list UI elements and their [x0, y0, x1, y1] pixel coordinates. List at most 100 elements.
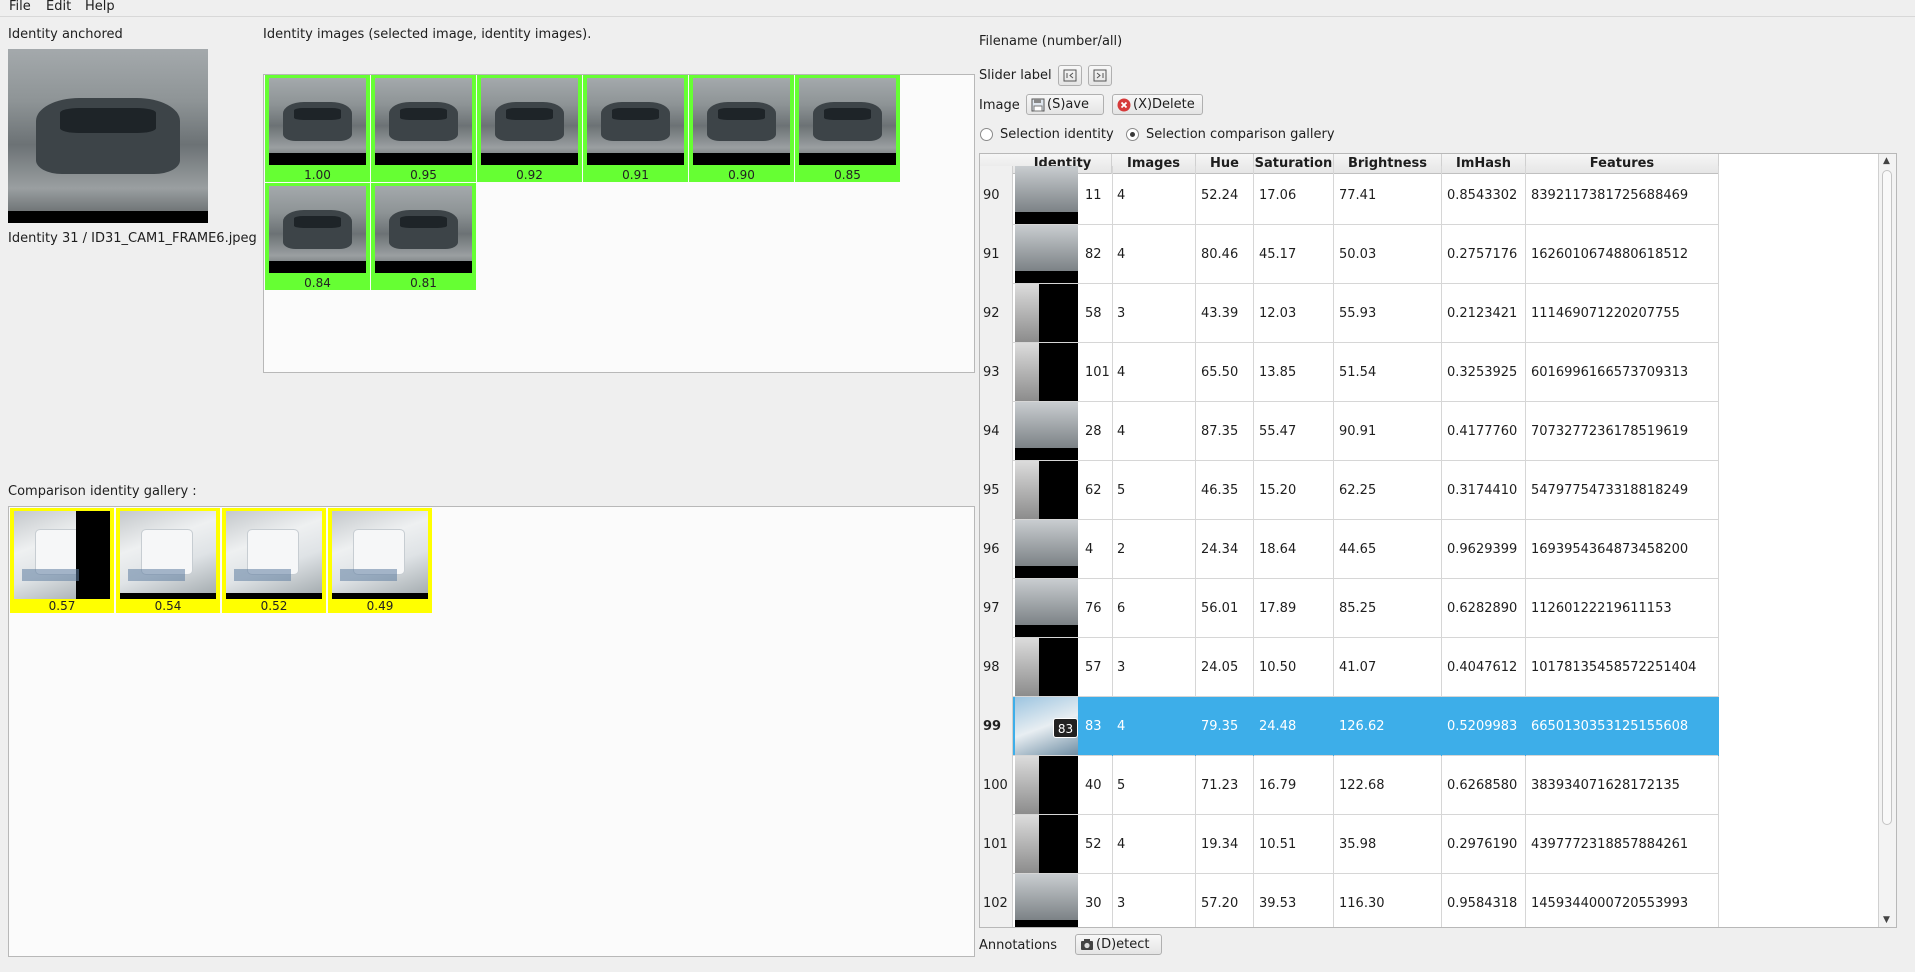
identity-image-tile[interactable]: 0.95 — [371, 75, 476, 182]
cell-images: 4 — [1112, 402, 1196, 461]
detect-button[interactable]: (D)etect — [1075, 934, 1162, 955]
anchored-image[interactable] — [8, 49, 208, 223]
comparison-image-tile[interactable]: 0.57 — [10, 508, 114, 613]
cell-bri: 35.98 — [1334, 815, 1442, 874]
film-next-icon — [1093, 69, 1107, 82]
identity-thumbnail: 83 — [1015, 697, 1078, 755]
identity-thumbnail — [1015, 461, 1078, 519]
cell-features: 111469071220207755 — [1526, 284, 1719, 343]
save-icon — [1031, 98, 1045, 111]
identity-image — [693, 78, 790, 165]
row-number: 90 — [980, 166, 1013, 225]
table-scrollbar[interactable]: ▲ ▼ — [1878, 154, 1896, 927]
cell-images: 4 — [1112, 225, 1196, 284]
menu-file[interactable]: File — [9, 0, 31, 13]
table-row[interactable]: 98 57 3 24.05 10.50 41.07 0.4047612 10178135458… — [980, 638, 1719, 697]
identity-image-tile[interactable]: 0.84 — [265, 183, 370, 290]
cell-sat: 15.20 — [1254, 461, 1334, 520]
cell-imhash: 0.2123421 — [1442, 284, 1526, 343]
selection-gallery-radio[interactable] — [1126, 128, 1139, 141]
cell-id: 83 — [1080, 697, 1113, 756]
menu-edit[interactable]: Edit — [46, 0, 71, 13]
table-row[interactable]: 91 82 4 80.46 45.17 50.03 0.2757176 16260106748… — [980, 225, 1719, 284]
cell-sat: 17.06 — [1254, 166, 1334, 225]
identity-image — [269, 186, 366, 273]
scrollbar-thumb[interactable] — [1882, 170, 1892, 825]
cell-features: 4397772318857884261 — [1526, 815, 1719, 874]
slider-prev-button[interactable] — [1058, 65, 1082, 86]
cell-sat: 16.79 — [1254, 756, 1334, 815]
slider-next-button[interactable] — [1088, 65, 1112, 86]
scroll-down-icon[interactable]: ▼ — [1883, 915, 1890, 925]
cell-id: 28 — [1080, 402, 1113, 461]
save-button[interactable]: (S)ave — [1026, 94, 1104, 115]
identity-image-tile[interactable]: 0.81 — [371, 183, 476, 290]
identity-thumbnail — [1015, 638, 1078, 696]
cell-imhash: 0.6282890 — [1442, 579, 1526, 638]
table-row[interactable]: 90 11 4 52.24 17.06 77.41 0.8543302 83921173817… — [980, 166, 1719, 225]
comparison-image-tile[interactable]: 0.52 — [222, 508, 326, 613]
cell-id: 4 — [1080, 520, 1113, 579]
cell-features: 8392117381725688469 — [1526, 166, 1719, 225]
selection-identity-radio[interactable] — [980, 128, 993, 141]
row-number: 97 — [980, 579, 1013, 638]
table-row[interactable]: 93 101 4 65.50 13.85 51.54 0.3253925 6016996166… — [980, 343, 1719, 402]
table-row[interactable]: 97 76 6 56.01 17.89 85.25 0.6282890 11260122219… — [980, 579, 1719, 638]
cell-imhash: 0.6268580 — [1442, 756, 1526, 815]
identity-image-tile[interactable]: 0.92 — [477, 75, 582, 182]
identity-thumbnail — [1015, 756, 1078, 814]
cell-hue: 24.34 — [1196, 520, 1254, 579]
cell-features: 1626010674880618512 — [1526, 225, 1719, 284]
cell-id: 57 — [1080, 638, 1113, 697]
table-row[interactable]: 92 58 3 43.39 12.03 55.93 0.2123421 11146907122… — [980, 284, 1719, 343]
table-row[interactable]: 99 83 83 4 79.35 24.48 126.62 0.5209983 66501303… — [980, 697, 1719, 756]
cell-bri: 90.91 — [1334, 402, 1442, 461]
identity-image — [375, 78, 472, 165]
comparison-image — [14, 511, 110, 599]
cell-id: 58 — [1080, 284, 1113, 343]
cell-bri: 77.41 — [1334, 166, 1442, 225]
cell-hue: 80.46 — [1196, 225, 1254, 284]
comparison-image-tile[interactable]: 0.54 — [116, 508, 220, 613]
cell-images: 4 — [1112, 343, 1196, 402]
cell-images: 3 — [1112, 874, 1196, 927]
cell-hue: 79.35 — [1196, 697, 1254, 756]
table-row[interactable]: 95 62 5 46.35 15.20 62.25 0.3174410 54797754733… — [980, 461, 1719, 520]
identity-image-tile[interactable]: 0.90 — [689, 75, 794, 182]
cell-hue: 43.39 — [1196, 284, 1254, 343]
table-row[interactable]: 96 4 2 24.34 18.64 44.65 0.9629399 169395436487… — [980, 520, 1719, 579]
identity-thumbnail — [1015, 815, 1078, 873]
filename-label: Filename (number/all) — [979, 34, 1123, 49]
identity-image-score: 1.00 — [304, 168, 331, 182]
slider-label: Slider label — [979, 68, 1052, 83]
identity-image-score: 0.85 — [834, 168, 861, 182]
cell-id: 62 — [1080, 461, 1113, 520]
cell-features: 1693954364873458200 — [1526, 520, 1719, 579]
cell-bri: 44.65 — [1334, 520, 1442, 579]
cell-sat: 17.89 — [1254, 579, 1334, 638]
cell-imhash: 0.8543302 — [1442, 166, 1526, 225]
delete-button[interactable]: (X)Delete — [1112, 94, 1203, 115]
comparison-image-tile[interactable]: 0.49 — [328, 508, 432, 613]
identity-image-tile[interactable]: 1.00 — [265, 75, 370, 182]
identity-thumbnail — [1015, 402, 1078, 460]
cell-images: 5 — [1112, 461, 1196, 520]
menu-help[interactable]: Help — [85, 0, 115, 13]
cell-hue: 19.34 — [1196, 815, 1254, 874]
identity-image-tile[interactable]: 0.91 — [583, 75, 688, 182]
table-row[interactable]: 102 30 3 57.20 39.53 116.30 0.9584318 145934400… — [980, 874, 1719, 927]
save-button-label: (S)ave — [1047, 97, 1090, 112]
cell-images: 5 — [1112, 756, 1196, 815]
row-number: 96 — [980, 520, 1013, 579]
cell-images: 4 — [1112, 815, 1196, 874]
scroll-up-icon[interactable]: ▲ — [1883, 156, 1890, 166]
identity-thumbnail — [1015, 166, 1078, 224]
identity-image-tile[interactable]: 0.85 — [795, 75, 900, 182]
table-row[interactable]: 100 40 5 71.23 16.79 122.68 0.6268580 383934071… — [980, 756, 1719, 815]
identity-image-score: 0.95 — [410, 168, 437, 182]
cell-imhash: 0.2976190 — [1442, 815, 1526, 874]
table-row[interactable]: 94 28 4 87.35 55.47 90.91 0.4177760 70732772361… — [980, 402, 1719, 461]
cell-hue: 71.23 — [1196, 756, 1254, 815]
cell-hue: 52.24 — [1196, 166, 1254, 225]
table-row[interactable]: 101 52 4 19.34 10.51 35.98 0.2976190 4397772318… — [980, 815, 1719, 874]
